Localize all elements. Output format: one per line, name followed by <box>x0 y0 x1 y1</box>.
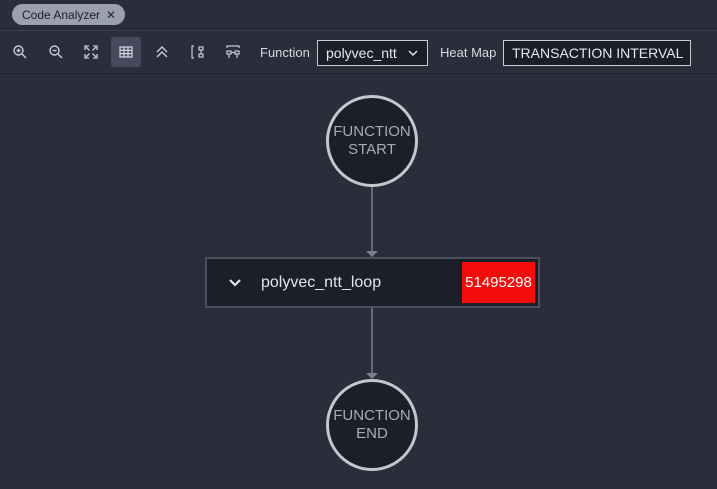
tab-code-analyzer[interactable]: Code Analyzer ✕ <box>12 4 126 25</box>
table-icon <box>119 46 133 58</box>
heatmap-label: Heat Map <box>440 45 497 60</box>
fit-to-screen-button[interactable] <box>76 37 106 67</box>
layout-vertical-icon <box>191 45 204 59</box>
close-icon[interactable]: ✕ <box>106 9 116 21</box>
layout-vertical-button[interactable] <box>183 37 213 67</box>
zoom-in-icon <box>13 45 27 59</box>
function-select[interactable]: polyvec_ntt <box>317 40 428 66</box>
loop-node-label: polyvec_ntt_loop <box>261 274 382 291</box>
chevron-down-icon <box>408 50 418 56</box>
loop-node[interactable]: polyvec_ntt_loop 51495298 <box>205 257 540 308</box>
function-select-value: polyvec_ntt <box>326 45 397 61</box>
node-label-line: FUNCTION <box>333 123 411 140</box>
heat-metric-badge: 51495298 <box>462 262 535 303</box>
function-end-node[interactable]: FUNCTION END <box>326 379 418 471</box>
layout-horizontal-icon <box>226 45 240 58</box>
function-label: Function <box>260 45 310 60</box>
zoom-out-icon <box>49 45 63 59</box>
zoom-in-button[interactable] <box>5 37 35 67</box>
collapse-all-button[interactable] <box>147 37 177 67</box>
function-start-node[interactable]: FUNCTION START <box>326 95 418 187</box>
heatmap-select-value: TRANSACTION INTERVAL <box>512 45 684 61</box>
toolbar: Function polyvec_ntt Heat Map TRANSACTIO… <box>0 31 717 74</box>
node-label-line: START <box>348 141 396 158</box>
heatmap-select[interactable]: TRANSACTION INTERVAL <box>503 40 691 66</box>
tab-bar: Code Analyzer ✕ <box>0 0 717 31</box>
node-label-line: FUNCTION <box>333 407 411 424</box>
grid-view-button[interactable] <box>111 37 141 67</box>
graph-canvas[interactable]: FUNCTION START polyvec_ntt_loop 51495298… <box>0 75 717 489</box>
node-label-line: END <box>356 425 388 442</box>
double-chevron-up-icon <box>156 46 168 58</box>
layout-horizontal-button[interactable] <box>218 37 248 67</box>
zoom-out-button[interactable] <box>41 37 71 67</box>
fit-screen-icon <box>84 45 98 59</box>
chevron-down-icon[interactable] <box>225 273 245 293</box>
tab-label: Code Analyzer <box>22 7 101 22</box>
